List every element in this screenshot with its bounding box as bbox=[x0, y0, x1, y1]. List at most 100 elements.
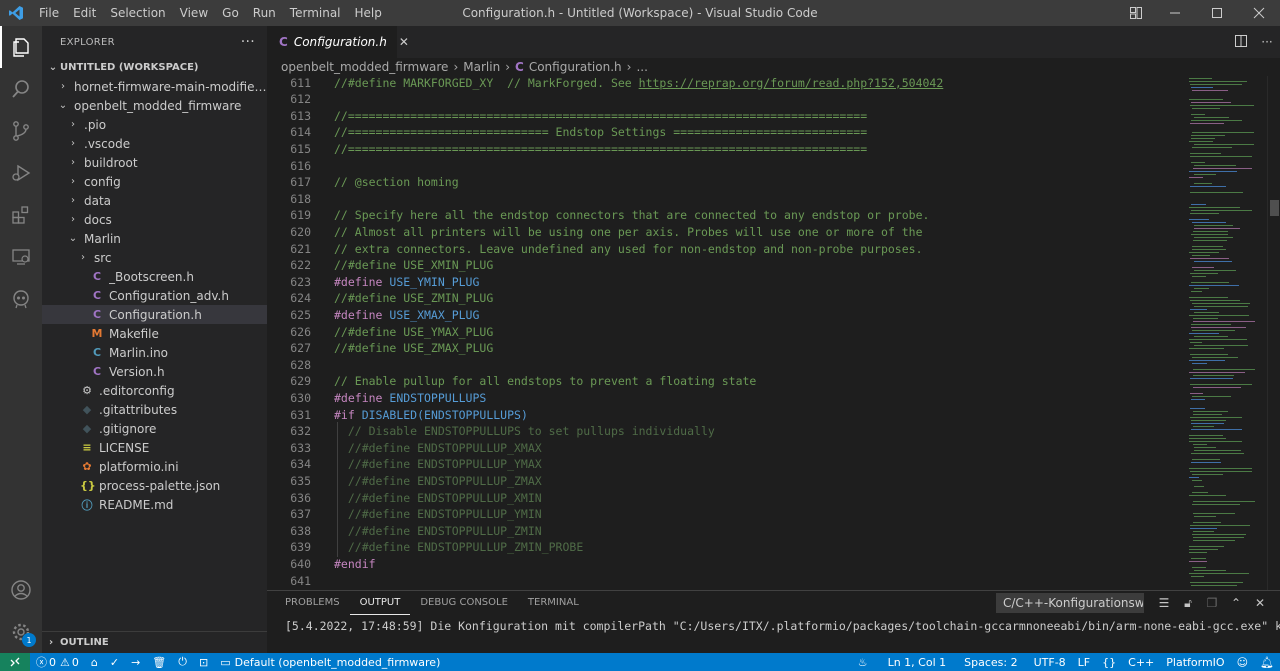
close-panel-icon[interactable]: ✕ bbox=[1248, 596, 1272, 610]
breadcrumb-folder[interactable]: openbelt_modded_firmware bbox=[281, 60, 448, 74]
extensions-icon[interactable] bbox=[0, 194, 42, 236]
tree-item[interactable]: ≡ LICENSE bbox=[42, 438, 267, 457]
tree-item[interactable]: › buildroot bbox=[42, 153, 267, 172]
tree-item[interactable]: M Makefile bbox=[42, 324, 267, 343]
breadcrumb-symbol[interactable]: ... bbox=[636, 60, 647, 74]
menu-terminal[interactable]: Terminal bbox=[283, 0, 348, 26]
tree-item[interactable]: › .pio bbox=[42, 115, 267, 134]
minimap-line bbox=[1193, 240, 1227, 241]
tree-item-label: .vscode bbox=[84, 136, 131, 151]
remote-explorer-icon[interactable] bbox=[0, 236, 42, 278]
code-link[interactable]: https://reprap.org/forum/read.php?152,50… bbox=[639, 76, 944, 90]
git-icon: ◆ bbox=[82, 403, 92, 416]
platformio-status[interactable]: PlatformIO bbox=[1160, 653, 1230, 671]
tab-configuration-h[interactable]: C Configuration.h ✕ bbox=[267, 26, 409, 58]
remote-icon[interactable] bbox=[0, 653, 30, 671]
minimap-line bbox=[1189, 99, 1223, 100]
tree-item[interactable]: C _Bootscreen.h bbox=[42, 267, 267, 286]
more-actions-icon[interactable]: ··· bbox=[241, 34, 255, 50]
lock-scroll-icon[interactable]: 🔓︎ bbox=[1176, 596, 1200, 611]
pio-env-switcher[interactable]: ▭ Default (openbelt_modded_firmware) bbox=[214, 653, 446, 671]
tree-item[interactable]: ⚙ .editorconfig bbox=[42, 381, 267, 400]
tree-item[interactable]: ⓘ README.md bbox=[42, 495, 267, 514]
menu-edit[interactable]: Edit bbox=[66, 0, 103, 26]
tree-item[interactable]: C Marlin.ino bbox=[42, 343, 267, 362]
minimap-line bbox=[1193, 387, 1241, 388]
tree-item[interactable]: › docs bbox=[42, 210, 267, 229]
output-channel-select[interactable]: C/C++-Konfigurationsw ⌄ bbox=[996, 593, 1144, 613]
tree-item[interactable]: › config bbox=[42, 172, 267, 191]
close-tab-icon[interactable]: ✕ bbox=[399, 35, 409, 49]
editor-scrollbar[interactable] bbox=[1267, 76, 1280, 590]
end-of-line[interactable]: LF bbox=[1072, 653, 1096, 671]
clear-output-icon[interactable]: ☰ bbox=[1152, 596, 1176, 610]
tree-item[interactable]: {} process-palette.json bbox=[42, 476, 267, 495]
outline-section[interactable]: › OUTLINE bbox=[42, 631, 267, 653]
breadcrumb-file[interactable]: Configuration.h bbox=[529, 60, 622, 74]
tree-item[interactable]: › hornet-firmware-main-modified-for-... bbox=[42, 77, 267, 96]
feedback-icon[interactable]: ☺ bbox=[1231, 653, 1254, 671]
close-window-button[interactable] bbox=[1238, 0, 1280, 26]
minimap-line bbox=[1193, 426, 1214, 427]
encoding[interactable]: UTF-8 bbox=[1028, 653, 1072, 671]
minimap-line bbox=[1190, 192, 1243, 193]
accounts-icon[interactable] bbox=[0, 569, 42, 611]
tree-item[interactable]: C Configuration.h bbox=[42, 305, 267, 324]
menu-go[interactable]: Go bbox=[215, 0, 246, 26]
split-editor-icon[interactable] bbox=[1228, 34, 1254, 51]
code-token: //#define USE_YMAX_PLUG bbox=[334, 324, 494, 339]
search-icon[interactable] bbox=[0, 68, 42, 110]
tab-problems[interactable]: PROBLEMS bbox=[275, 591, 350, 615]
breadcrumb-subfolder[interactable]: Marlin bbox=[463, 60, 500, 74]
tree-item[interactable]: C Version.h bbox=[42, 362, 267, 381]
platformio-icon[interactable] bbox=[0, 278, 42, 320]
run-debug-icon[interactable] bbox=[0, 152, 42, 194]
minimap[interactable] bbox=[1187, 76, 1267, 590]
tree-item[interactable]: ⌄ openbelt_modded_firmware bbox=[42, 96, 267, 115]
tab-debug-console[interactable]: DEBUG CONSOLE bbox=[410, 591, 518, 615]
tree-item[interactable]: ⌄ Marlin bbox=[42, 229, 267, 248]
more-editor-actions-icon[interactable]: ··· bbox=[1254, 35, 1280, 49]
menu-selection[interactable]: Selection bbox=[103, 0, 172, 26]
scrollbar-thumb[interactable] bbox=[1270, 200, 1279, 216]
tree-item[interactable]: ✿ platformio.ini bbox=[42, 457, 267, 476]
pio-serial-monitor-icon[interactable]: ⏻ bbox=[172, 653, 193, 671]
pio-build-icon[interactable]: ✓ bbox=[104, 653, 125, 671]
code-editor[interactable]: 611 //#define MARKFORGED_XY // MarkForged… bbox=[267, 76, 1187, 590]
pio-clean-icon[interactable]: 🗑︎ bbox=[146, 653, 172, 671]
maximize-button[interactable] bbox=[1196, 0, 1238, 26]
tree-item[interactable]: ◆ .gitattributes bbox=[42, 400, 267, 419]
open-log-icon[interactable]: ❐ bbox=[1200, 596, 1224, 610]
manage-gear-icon[interactable]: 1 bbox=[0, 611, 42, 653]
tab-output[interactable]: OUTPUT bbox=[349, 591, 411, 615]
menu-run[interactable]: Run bbox=[246, 0, 283, 26]
pio-home-icon[interactable]: ⌂ bbox=[85, 653, 104, 671]
minimap-line bbox=[1192, 303, 1250, 304]
tree-item[interactable]: › data bbox=[42, 191, 267, 210]
language-mode[interactable]: C++ bbox=[1122, 653, 1160, 671]
code-line: 640 #endif bbox=[267, 555, 1187, 572]
cursor-position[interactable]: Ln 1, Col 1 bbox=[882, 653, 953, 671]
problems-status[interactable]: ⓧ 0 ⚠ 0 bbox=[30, 653, 85, 671]
braces-icon[interactable]: {} bbox=[1096, 653, 1122, 671]
flame-icon[interactable]: ♨ bbox=[852, 653, 874, 671]
explorer-sidebar: EXPLORER ··· ⌄ UNTITLED (WORKSPACE) › hor… bbox=[42, 26, 267, 653]
minimap-line bbox=[1191, 114, 1205, 115]
indentation[interactable]: Spaces: 2 bbox=[958, 653, 1023, 671]
menu-file[interactable]: File bbox=[32, 0, 66, 26]
pio-terminal-icon[interactable]: ⊡ bbox=[193, 653, 214, 671]
tree-item[interactable]: › src bbox=[42, 248, 267, 267]
tree-item[interactable]: ◆ .gitignore bbox=[42, 419, 267, 438]
workspace-root[interactable]: ⌄ UNTITLED (WORKSPACE) bbox=[42, 58, 267, 77]
tree-item[interactable]: C Configuration_adv.h bbox=[42, 286, 267, 305]
notifications-bell-icon[interactable]: 🔔︎ bbox=[1254, 653, 1280, 671]
minimize-button[interactable] bbox=[1154, 0, 1196, 26]
tab-terminal[interactable]: TERMINAL bbox=[518, 591, 589, 615]
pio-upload-icon[interactable]: → bbox=[125, 653, 146, 671]
tree-item[interactable]: › .vscode bbox=[42, 134, 267, 153]
customize-layout-icon[interactable] bbox=[1118, 0, 1154, 26]
explorer-icon[interactable] bbox=[0, 26, 42, 68]
menu-view[interactable]: View bbox=[173, 0, 215, 26]
source-control-icon[interactable] bbox=[0, 110, 42, 152]
maximize-panel-icon[interactable]: ⌃ bbox=[1224, 596, 1248, 610]
